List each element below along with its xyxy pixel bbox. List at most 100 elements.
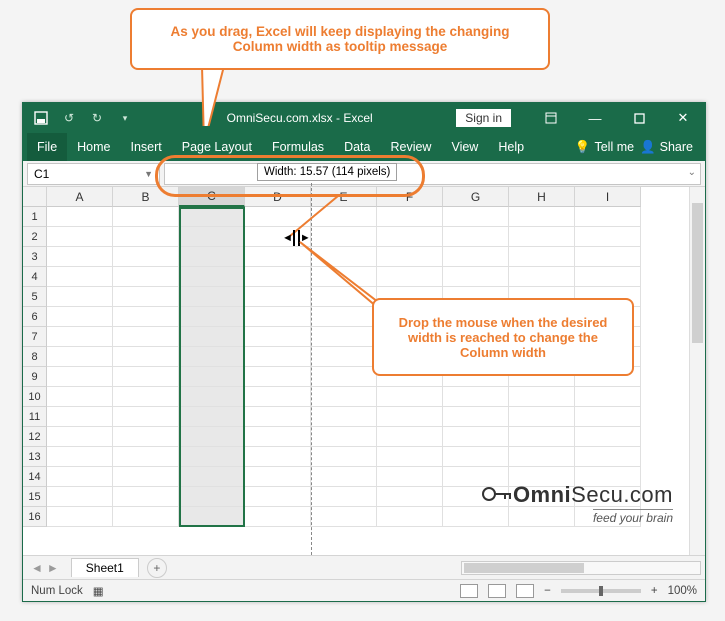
cell[interactable] (179, 227, 245, 247)
row-header[interactable]: 15 (23, 487, 47, 507)
undo-icon[interactable]: ↺ (61, 111, 77, 125)
cell[interactable] (179, 387, 245, 407)
cell[interactable] (443, 267, 509, 287)
cell[interactable] (311, 367, 377, 387)
row-header[interactable]: 11 (23, 407, 47, 427)
close-button[interactable]: ✕ (661, 103, 705, 133)
row-header[interactable]: 7 (23, 327, 47, 347)
select-all-corner[interactable] (23, 187, 47, 207)
cell[interactable] (575, 247, 641, 267)
cell[interactable] (575, 407, 641, 427)
row-header[interactable]: 10 (23, 387, 47, 407)
cell[interactable] (113, 387, 179, 407)
cell[interactable] (575, 447, 641, 467)
column-header[interactable]: A (47, 187, 113, 207)
cell[interactable] (179, 347, 245, 367)
cell[interactable] (245, 427, 311, 447)
cell[interactable] (47, 367, 113, 387)
tab-file[interactable]: File (27, 133, 67, 161)
cell[interactable] (179, 307, 245, 327)
column-header[interactable]: C (179, 187, 245, 207)
cell[interactable] (509, 507, 575, 527)
cell[interactable] (179, 247, 245, 267)
row-header[interactable]: 5 (23, 287, 47, 307)
sheet-nav-next-icon[interactable]: ► (47, 561, 59, 575)
cell[interactable] (443, 447, 509, 467)
sheet-nav-prev-icon[interactable]: ◄ (31, 561, 43, 575)
cell[interactable] (47, 327, 113, 347)
cell[interactable] (311, 487, 377, 507)
cell[interactable] (113, 447, 179, 467)
sheet-tab[interactable]: Sheet1 (71, 558, 139, 577)
cell[interactable] (47, 467, 113, 487)
column-header[interactable]: G (443, 187, 509, 207)
add-sheet-button[interactable]: + (147, 558, 167, 578)
cell[interactable] (443, 467, 509, 487)
cell[interactable] (443, 507, 509, 527)
cell[interactable] (47, 487, 113, 507)
cell[interactable] (377, 407, 443, 427)
cell[interactable] (509, 247, 575, 267)
redo-icon[interactable]: ↻ (89, 111, 105, 125)
share-button[interactable]: 👤Share (640, 140, 693, 155)
row-header[interactable]: 4 (23, 267, 47, 287)
cell[interactable] (377, 427, 443, 447)
cell[interactable] (509, 387, 575, 407)
formula-expand-icon[interactable]: ⌄ (688, 167, 696, 178)
cell[interactable] (575, 427, 641, 447)
cell[interactable] (443, 207, 509, 227)
signin-button[interactable]: Sign in (456, 109, 511, 127)
cell[interactable] (245, 367, 311, 387)
cell[interactable] (113, 247, 179, 267)
cell[interactable] (47, 307, 113, 327)
cell[interactable] (179, 327, 245, 347)
row-header[interactable]: 13 (23, 447, 47, 467)
maximize-button[interactable] (617, 103, 661, 133)
cell[interactable] (47, 387, 113, 407)
cell[interactable] (311, 347, 377, 367)
cell[interactable] (245, 467, 311, 487)
ribbon-display-icon[interactable] (529, 103, 573, 133)
zoom-in-button[interactable]: + (651, 585, 658, 597)
row-header[interactable]: 1 (23, 207, 47, 227)
zoom-slider[interactable] (561, 589, 641, 593)
cell[interactable] (245, 327, 311, 347)
cell[interactable] (47, 447, 113, 467)
cell[interactable] (47, 347, 113, 367)
row-header[interactable]: 8 (23, 347, 47, 367)
cell[interactable] (113, 407, 179, 427)
cell[interactable] (509, 487, 575, 507)
cell[interactable] (113, 227, 179, 247)
cell[interactable] (113, 427, 179, 447)
cell[interactable] (311, 507, 377, 527)
cell[interactable] (443, 247, 509, 267)
tab-home[interactable]: Home (67, 133, 120, 161)
cell[interactable] (575, 227, 641, 247)
cell[interactable] (575, 267, 641, 287)
cell[interactable] (245, 207, 311, 227)
row-header[interactable]: 9 (23, 367, 47, 387)
row-header[interactable]: 6 (23, 307, 47, 327)
cell[interactable] (509, 267, 575, 287)
cell[interactable] (377, 207, 443, 227)
cell[interactable] (311, 447, 377, 467)
cell[interactable] (113, 467, 179, 487)
cell[interactable] (113, 307, 179, 327)
cell[interactable] (47, 507, 113, 527)
cell[interactable] (311, 407, 377, 427)
cell[interactable] (575, 507, 641, 527)
cell[interactable] (245, 347, 311, 367)
cell[interactable] (377, 507, 443, 527)
cell[interactable] (377, 467, 443, 487)
cell[interactable] (311, 467, 377, 487)
tab-page-layout[interactable]: Page Layout (172, 133, 262, 161)
zoom-out-button[interactable]: − (544, 585, 551, 597)
scroll-thumb[interactable] (692, 203, 703, 343)
row-header[interactable]: 16 (23, 507, 47, 527)
cell[interactable] (179, 207, 245, 227)
cell[interactable] (113, 327, 179, 347)
row-header[interactable]: 14 (23, 467, 47, 487)
cell[interactable] (245, 407, 311, 427)
cell[interactable] (113, 267, 179, 287)
cell[interactable] (443, 387, 509, 407)
